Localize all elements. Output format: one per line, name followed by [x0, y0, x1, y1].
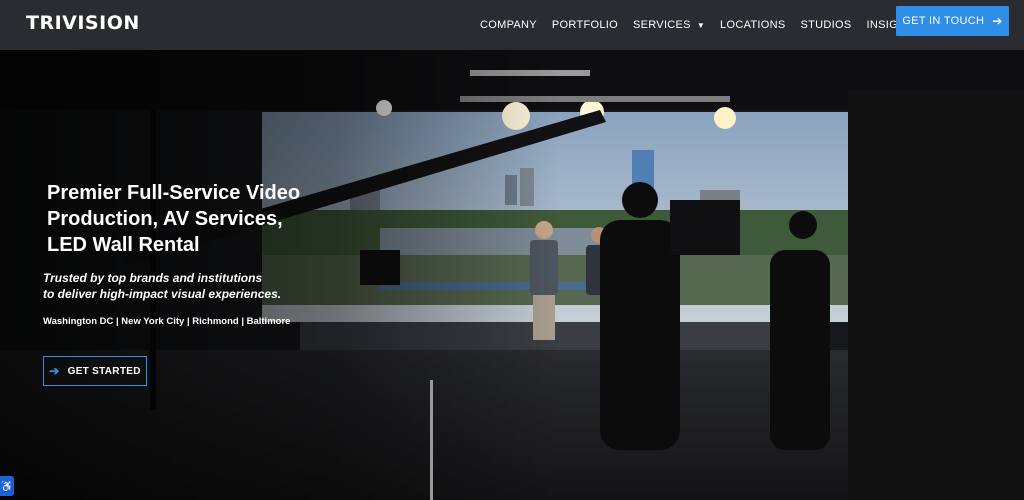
site-logo[interactable]: TRIVISION [26, 11, 140, 35]
nav-item-company[interactable]: COMPANY [480, 19, 537, 31]
get-started-button[interactable]: ➔ GET STARTED [43, 356, 147, 386]
nav-item-label: PORTFOLIO [551, 19, 618, 31]
nav-item-label: LOCATIONS [720, 19, 786, 31]
get-in-touch-button[interactable]: GET IN TOUCH ➔ [896, 6, 1009, 36]
headline-line: Production, AV Services, [47, 208, 283, 230]
nav-item-studios[interactable]: STUDIOS [801, 19, 852, 31]
nav-item-services[interactable]: SERVICES ▼ [633, 19, 705, 31]
nav-item-locations[interactable]: LOCATIONS [720, 19, 785, 31]
headline-line: Premier Full-Service Video [47, 182, 301, 204]
accessibility-icon[interactable]: ♿ [0, 476, 14, 496]
nav-item-label: SERVICES [632, 19, 691, 31]
arrow-right-icon: ➔ [992, 14, 1003, 28]
chevron-down-icon[interactable]: ▼ [697, 21, 705, 30]
site-header: TRIVISION COMPANY PORTFOLIO SERVICES ▼ L… [0, 0, 1024, 50]
nav-item-portfolio[interactable]: PORTFOLIO [552, 19, 618, 31]
main-nav: COMPANY PORTFOLIO SERVICES ▼ LOCATIONS S… [480, 0, 936, 50]
hero-section: Premier Full-Service Video Production, A… [0, 50, 1024, 500]
tagline-line: to deliver high-impact visual experience… [43, 287, 282, 301]
hero-tagline: Trusted by top brands and institutions t… [43, 270, 343, 302]
nav-item-label: COMPANY [480, 19, 537, 31]
nav-item-label: STUDIOS [800, 19, 852, 31]
arrow-right-icon: ➔ [49, 364, 60, 378]
headline-line: LED Wall Rental [47, 234, 200, 256]
tagline-line: Trusted by top brands and institutions [43, 271, 263, 285]
cta-label: GET IN TOUCH [902, 15, 985, 27]
hero-headline: Premier Full-Service Video Production, A… [47, 180, 367, 258]
hero-locations: Washington DC | New York City | Richmond… [43, 316, 291, 327]
get-started-label: GET STARTED [67, 365, 141, 377]
